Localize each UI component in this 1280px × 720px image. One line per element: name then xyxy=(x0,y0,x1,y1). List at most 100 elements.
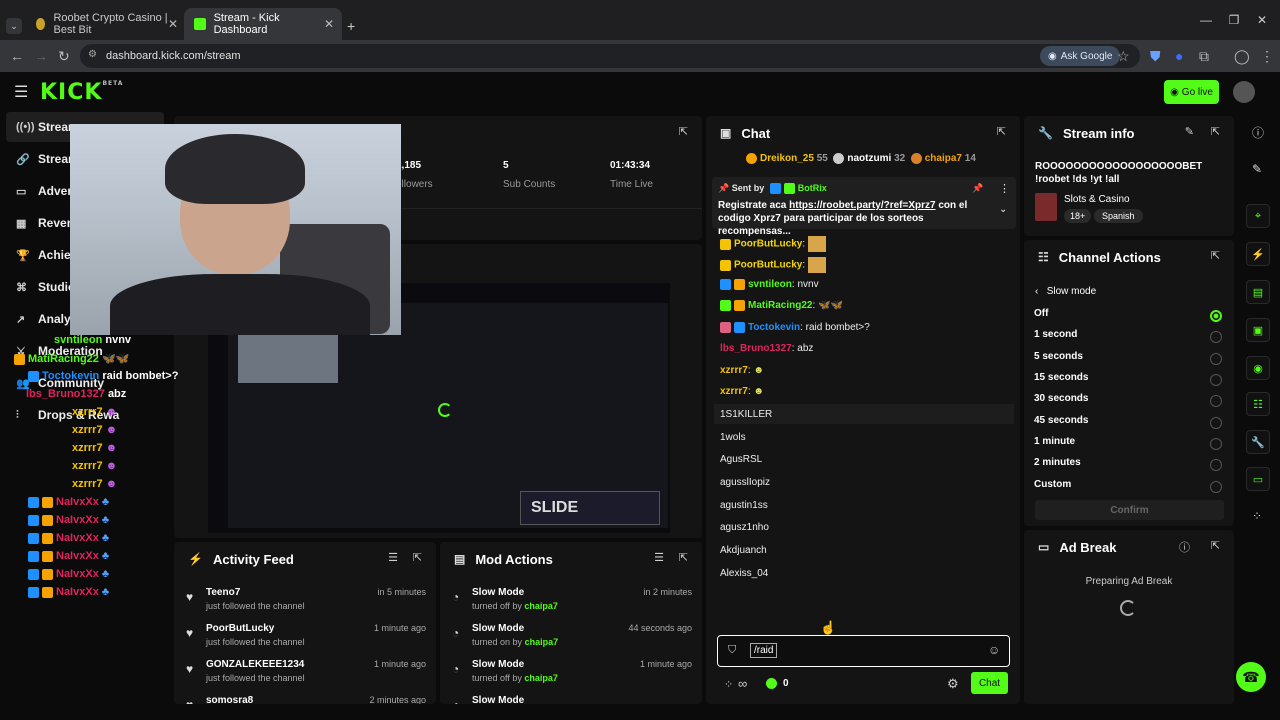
browser-tab-roobet[interactable]: Roobet Crypto Casino | Best Bit ✕ xyxy=(26,8,186,40)
reload-icon[interactable]: ↻ xyxy=(58,48,70,65)
info-icon[interactable]: ⓘ xyxy=(1252,124,1264,141)
tag-spanish[interactable]: Spanish xyxy=(1094,209,1143,223)
emoji-icon[interactable]: ☺ xyxy=(988,643,1000,657)
edit-icon[interactable]: ✎ xyxy=(1252,162,1262,176)
filter-icon[interactable]: ☰ xyxy=(388,551,398,564)
rail-broadcast-button[interactable]: ◉ xyxy=(1246,356,1270,380)
chat-user[interactable]: Toctokevin xyxy=(748,322,800,333)
chat-settings-icon[interactable]: ⚙ xyxy=(947,676,959,692)
add-widget-icon[interactable]: ⁘ xyxy=(1252,509,1262,523)
radio-icon[interactable] xyxy=(1210,481,1222,493)
user-avatar[interactable] xyxy=(1233,81,1255,103)
radio-icon[interactable] xyxy=(1210,331,1222,343)
radio-icon[interactable] xyxy=(1210,438,1222,450)
chat-user[interactable]: svntileon xyxy=(748,279,792,290)
user-suggestion[interactable]: agusslIopiz xyxy=(720,477,770,488)
chat-user[interactable]: lbs_Bruno1327 xyxy=(720,343,792,354)
radio-icon[interactable] xyxy=(1210,353,1222,365)
radio-icon[interactable] xyxy=(1210,395,1222,407)
profile-icon[interactable]: ◯ xyxy=(1234,48,1250,65)
popout-icon[interactable]: ⇱ xyxy=(997,125,1006,138)
extension-blue-icon[interactable]: ● xyxy=(1175,48,1183,64)
infinity-icon[interactable]: ∞ xyxy=(738,676,747,691)
user-suggestion[interactable]: 1S1KILLER xyxy=(720,409,772,420)
slow-option-30s[interactable]: 30 seconds xyxy=(1034,393,1224,413)
close-window-icon[interactable]: ✕ xyxy=(1244,0,1280,40)
pinned-message[interactable]: 📌 Sent by BotRix 📌 ⋮ Registrate aca http… xyxy=(712,177,1016,237)
radio-icon[interactable] xyxy=(1210,374,1222,386)
slow-option-off[interactable]: Off xyxy=(1034,308,1224,328)
confirm-button[interactable]: Confirm xyxy=(1035,500,1224,520)
slow-option-5s[interactable]: 5 seconds xyxy=(1034,351,1224,371)
slow-option-1m[interactable]: 1 minute xyxy=(1034,436,1224,456)
popout-icon[interactable]: ⇱ xyxy=(1211,125,1220,138)
slow-option-custom[interactable]: Custom xyxy=(1034,479,1224,499)
browser-tab-kick[interactable]: Stream - Kick Dashboard ✕ xyxy=(184,8,342,40)
chevron-down-icon[interactable]: ⌄ xyxy=(999,204,1007,215)
popout-icon[interactable]: ⇱ xyxy=(679,125,688,138)
user-suggestion[interactable]: agusz1nho xyxy=(720,522,769,533)
user-suggestion[interactable]: AgusRSL xyxy=(720,454,762,465)
support-button[interactable]: ☎ xyxy=(1236,662,1266,692)
mod-by[interactable]: chaipa7 xyxy=(524,673,558,683)
popout-icon[interactable]: ⇱ xyxy=(1211,539,1220,552)
tag-18plus[interactable]: 18+ xyxy=(1064,209,1092,223)
popout-icon[interactable]: ⇱ xyxy=(1211,249,1220,262)
url-field[interactable]: ⚙ dashboard.kick.com/stream xyxy=(80,44,1140,68)
category-name[interactable]: Slots & Casino xyxy=(1064,194,1130,205)
radio-icon[interactable] xyxy=(1210,417,1222,429)
browser-menu-icon[interactable]: ⋮ xyxy=(1260,48,1274,65)
chat-user[interactable]: PoorButLucky xyxy=(734,239,802,250)
popout-icon[interactable]: ⇱ xyxy=(679,551,688,564)
tab-search-button[interactable]: ⌄ xyxy=(6,18,22,34)
filter-icon[interactable]: ☰ xyxy=(654,551,664,564)
pinned-bot-name[interactable]: BotRix xyxy=(798,183,827,193)
edit-icon[interactable]: ✎ xyxy=(1185,125,1194,138)
rail-sliders-button[interactable]: ☷ xyxy=(1246,392,1270,416)
slow-option-2m[interactable]: 2 minutes xyxy=(1034,457,1224,477)
radio-selected-icon[interactable] xyxy=(1210,310,1222,322)
rail-chat-button[interactable]: ▣ xyxy=(1246,318,1270,342)
unpin-icon[interactable]: 📌 xyxy=(972,183,983,194)
user-suggestion[interactable]: agustin1ss xyxy=(720,500,768,511)
close-tab-icon[interactable]: ✕ xyxy=(168,17,178,31)
mod-by[interactable]: chaipa7 xyxy=(524,601,558,611)
go-live-button[interactable]: ◉ Go live xyxy=(1164,80,1219,104)
chat-user[interactable]: xzrrr7 xyxy=(720,365,748,376)
slow-option-15s[interactable]: 15 seconds xyxy=(1034,372,1224,392)
ask-google-button[interactable]: ◉ Ask Google xyxy=(1040,46,1121,66)
chat-user[interactable]: xzrrr7 xyxy=(720,386,748,397)
close-tab-icon[interactable]: ✕ xyxy=(324,17,334,31)
rail-wrench-button[interactable]: 🔧 xyxy=(1246,430,1270,454)
chat-user[interactable]: MatiRacing22 xyxy=(748,300,812,311)
forward-icon[interactable]: → xyxy=(34,48,48,64)
rail-lightning-button[interactable]: ⚡ xyxy=(1246,242,1270,266)
info-icon[interactable]: ⓘ xyxy=(1179,539,1190,555)
site-info-icon[interactable]: ⚙ xyxy=(88,49,97,60)
chat-send-button[interactable]: Chat xyxy=(971,672,1008,694)
radio-icon[interactable] xyxy=(1210,459,1222,471)
slow-option-1s[interactable]: 1 second xyxy=(1034,329,1224,349)
rail-window-button[interactable]: ▭ xyxy=(1246,467,1270,491)
user-suggestion[interactable]: 1wols xyxy=(720,432,746,443)
back-icon[interactable]: ← xyxy=(10,48,24,64)
pinned-link[interactable]: https://roobet.party/?ref=Xprz7 xyxy=(789,200,935,211)
mod-by[interactable]: chaipa7 xyxy=(525,637,559,647)
popout-icon[interactable]: ⇱ xyxy=(413,551,422,564)
users-icon[interactable]: ⁘ xyxy=(724,678,733,691)
bookmark-star-icon[interactable]: ☆ xyxy=(1117,48,1130,65)
extensions-puzzle-icon[interactable]: ⧉ xyxy=(1199,48,1209,65)
chat-user[interactable]: PoorButLucky xyxy=(734,260,802,271)
slow-option-45s[interactable]: 45 seconds xyxy=(1034,415,1224,435)
slow-mode-back-button[interactable]: ‹ Slow mode xyxy=(1035,286,1096,297)
extension-shield-icon[interactable]: ⛊ xyxy=(1150,48,1161,65)
hamburger-menu-icon[interactable]: ☰ xyxy=(14,82,28,102)
user-suggestion[interactable]: Akdjuanch xyxy=(720,545,767,556)
chat-input[interactable]: ⛉ /raid ☺ xyxy=(717,635,1010,667)
rail-focus-button[interactable]: ⌖ xyxy=(1246,204,1270,228)
more-options-icon[interactable]: ⋮ xyxy=(999,182,1010,195)
user-suggestion[interactable]: Alexiss_04 xyxy=(720,568,768,579)
rail-document-button[interactable]: ▤ xyxy=(1246,280,1270,304)
new-tab-button[interactable]: + xyxy=(347,18,355,34)
kick-logo[interactable]: KICKBETA xyxy=(40,80,123,105)
